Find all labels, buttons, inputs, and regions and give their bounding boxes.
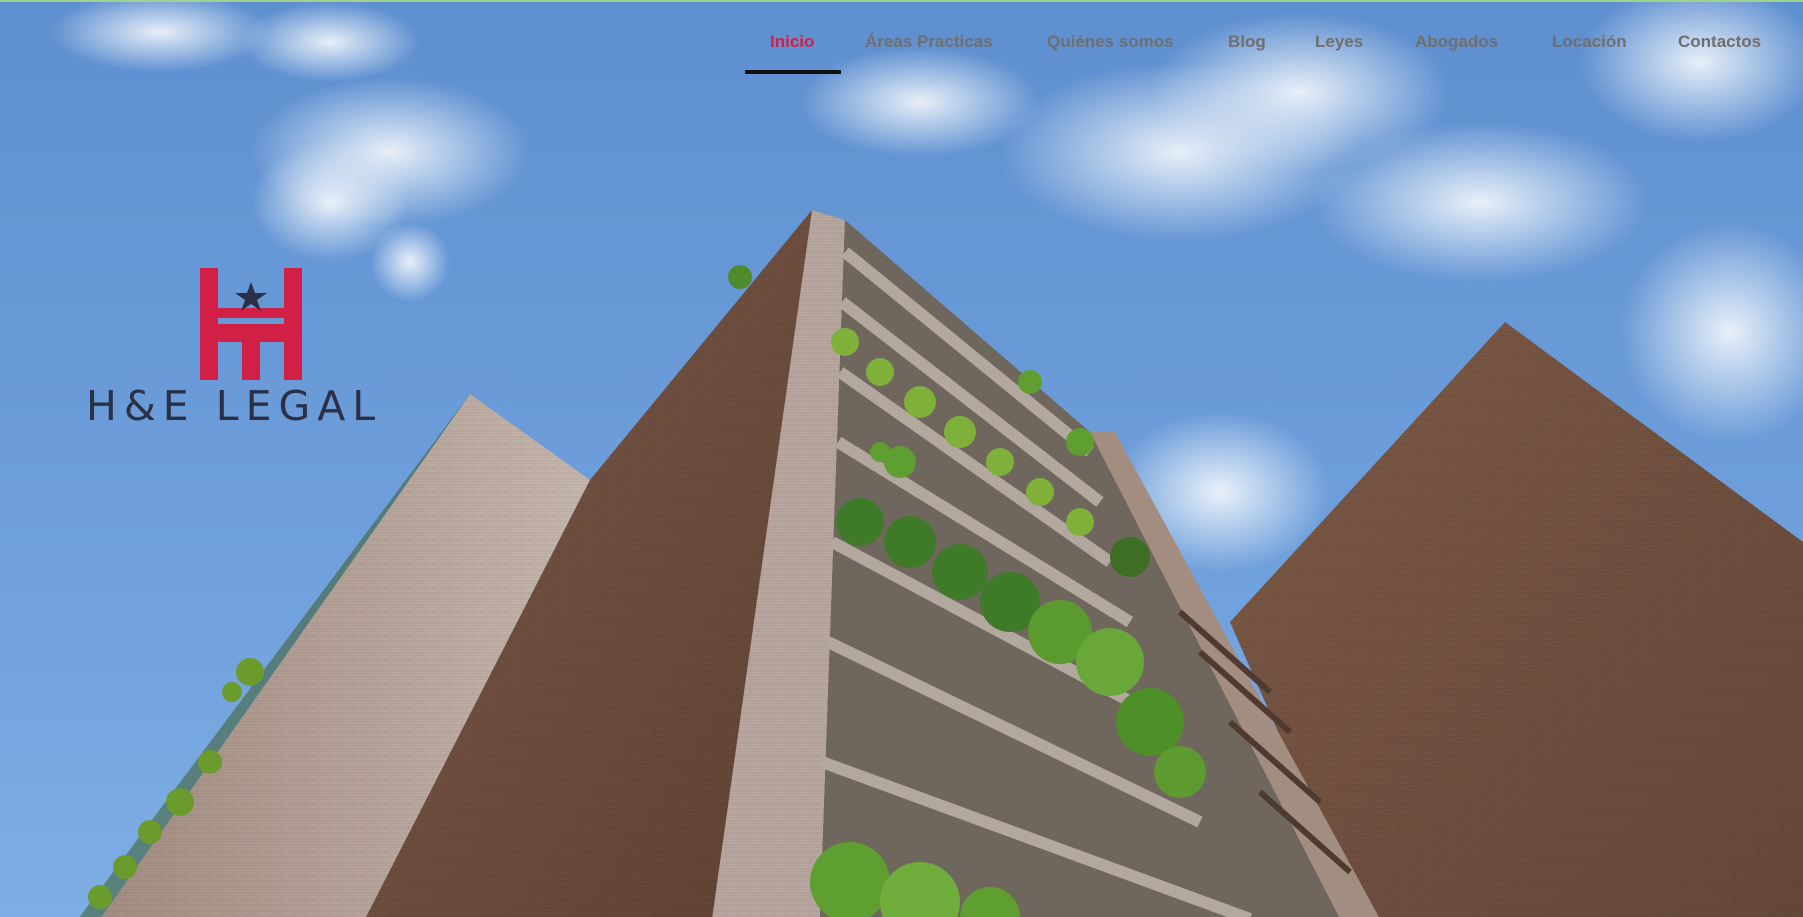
nav-item-abogados[interactable]: Abogados bbox=[1415, 32, 1498, 52]
nav-item-inicio[interactable]: Inicio bbox=[770, 32, 814, 52]
nav-active-indicator bbox=[745, 70, 841, 74]
nav-item-leyes[interactable]: Leyes bbox=[1315, 32, 1363, 52]
nav-item-areas-practicas[interactable]: Áreas Practicas bbox=[865, 32, 993, 52]
nav-item-blog[interactable]: Blog bbox=[1228, 32, 1266, 52]
nav-item-quienes-somos[interactable]: Quiénes somos bbox=[1047, 32, 1174, 52]
nav-item-contactos[interactable]: Contactos bbox=[1678, 32, 1761, 52]
hero-section: Inicio Áreas Practicas Quiénes somos Blo… bbox=[0, 0, 1803, 917]
nav-item-locacion[interactable]: Locación bbox=[1552, 32, 1627, 52]
hero-background-image bbox=[0, 2, 1803, 917]
brand-logo[interactable]: H&E LEGAL bbox=[86, 264, 416, 434]
brand-name: H&E LEGAL bbox=[86, 382, 383, 430]
he-monogram-icon bbox=[200, 268, 302, 380]
